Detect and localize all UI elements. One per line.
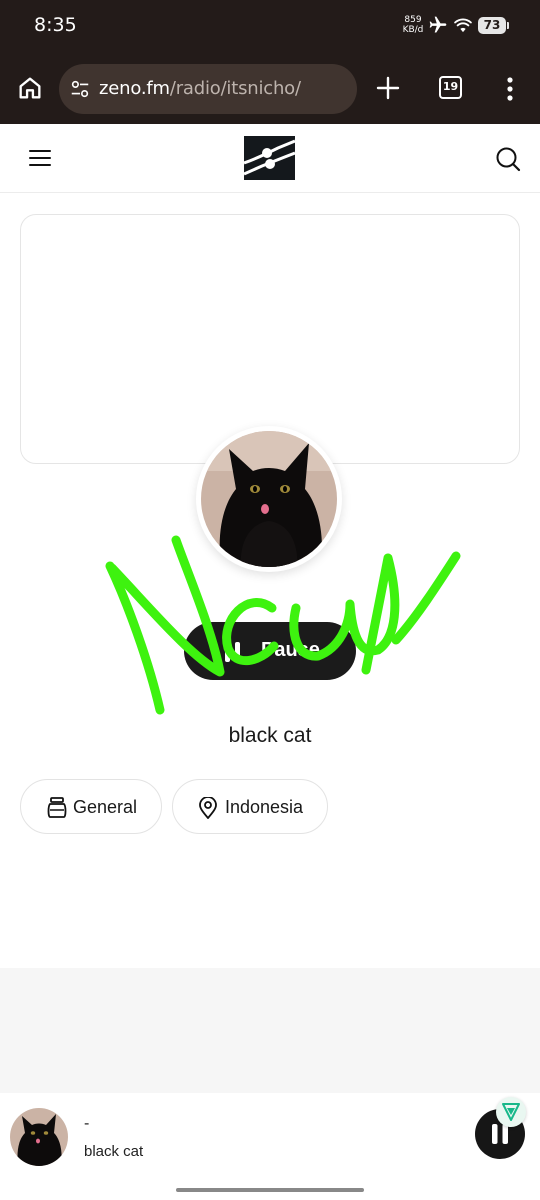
battery-icon: 73 <box>478 17 509 34</box>
location-tag-label: Indonesia <box>225 797 304 817</box>
url-text[interactable]: zeno.fm/radio/itsnicho/ <box>99 78 301 99</box>
status-bar: 8:35 859 KB/d 73 <box>0 0 540 52</box>
tab-switcher-button[interactable]: 19 <box>439 76 462 99</box>
genre-tag-label: General <box>73 797 138 817</box>
pause-label: Pause <box>261 639 320 661</box>
station-name: black cat <box>228 724 312 747</box>
pause-icon <box>225 642 240 662</box>
zeno-logo[interactable] <box>244 136 295 180</box>
url-path: /radio/itsnicho/ <box>169 78 301 99</box>
browser-toolbar: zeno.fm/radio/itsnicho/ 19 <box>0 52 540 124</box>
floating-app-icon[interactable] <box>496 1097 526 1127</box>
status-time: 8:35 <box>34 14 77 36</box>
genre-tag[interactable]: General <box>20 779 162 834</box>
plus-icon[interactable] <box>376 76 400 100</box>
address-bar[interactable]: zeno.fm/radio/itsnicho/ <box>59 64 357 114</box>
network-speed-unit: KB/d <box>402 25 424 35</box>
station-avatar <box>196 426 342 572</box>
home-icon[interactable] <box>16 74 44 102</box>
site-header <box>0 124 540 193</box>
url-domain: zeno.fm <box>99 78 170 99</box>
airplane-icon <box>429 16 447 33</box>
gesture-navigation-bar[interactable] <box>176 1188 364 1192</box>
pause-button[interactable]: Pause <box>184 622 356 680</box>
location-tag[interactable]: Indonesia <box>172 779 328 834</box>
tune-icon[interactable] <box>69 78 91 100</box>
location-pin-icon <box>199 797 217 819</box>
page-footer-area <box>0 968 540 1093</box>
network-speed: 859 KB/d <box>402 15 424 35</box>
mini-player-artwork <box>10 1108 68 1166</box>
network-speed-value: 859 <box>404 15 422 25</box>
wifi-icon <box>454 18 472 33</box>
jar-icon <box>47 797 67 818</box>
menu-icon[interactable] <box>28 148 52 168</box>
mini-player[interactable]: - black cat <box>0 1093 540 1200</box>
search-icon[interactable] <box>495 146 521 172</box>
mini-player-station: black cat <box>84 1143 144 1160</box>
more-vertical-icon[interactable] <box>502 77 518 101</box>
cat-photo <box>201 431 337 567</box>
mini-player-title: - <box>84 1115 90 1132</box>
